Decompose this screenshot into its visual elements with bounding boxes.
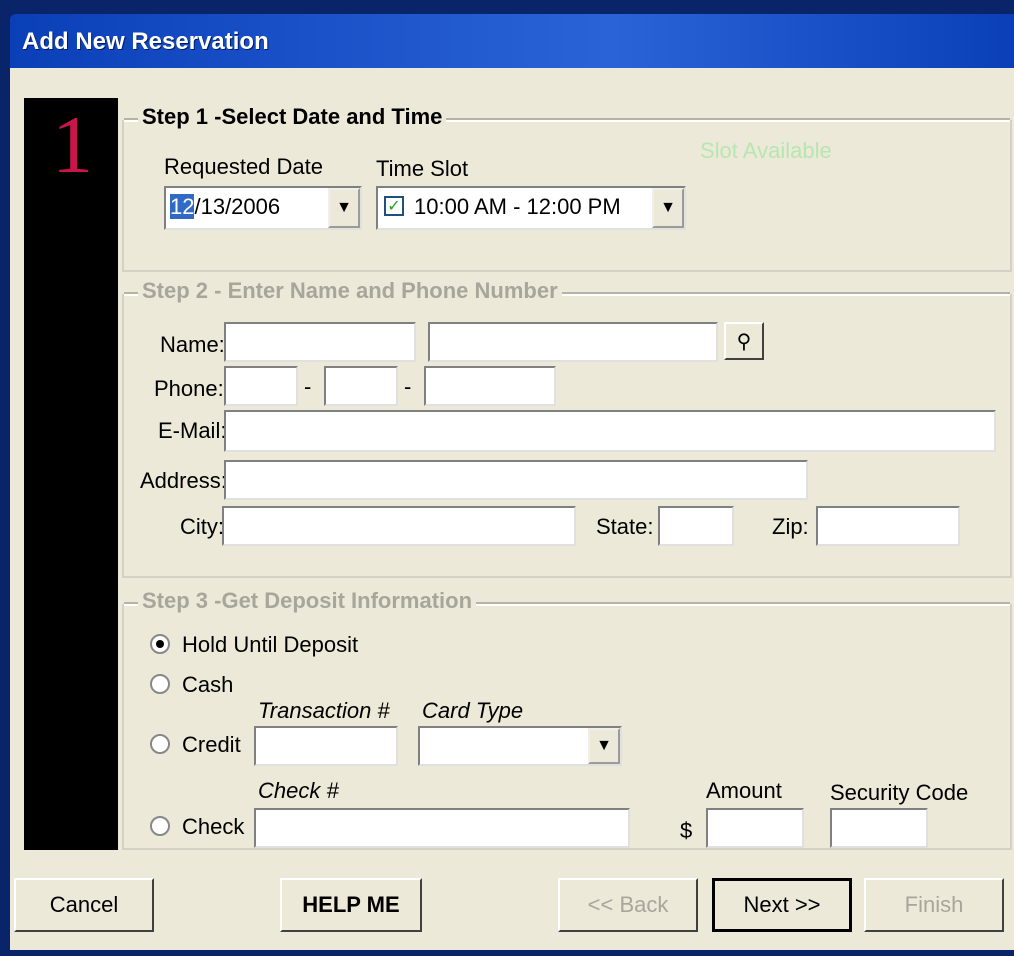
- binoculars-icon: ⚲: [736, 330, 752, 353]
- window-title: Add New Reservation: [22, 28, 269, 55]
- cash-label: Cash: [182, 672, 234, 697]
- security-code-label: Security Code: [830, 780, 969, 805]
- last-name-input[interactable]: [428, 322, 718, 362]
- requested-date-label: Requested Date: [164, 154, 323, 179]
- finish-button[interactable]: Finish: [864, 878, 1004, 932]
- slot-status-text: Slot Available: [700, 138, 832, 163]
- date-rest: /13/2006: [194, 194, 281, 219]
- search-name-button[interactable]: ⚲: [724, 322, 764, 360]
- time-slot-dropdown-button[interactable]: ▼: [652, 188, 684, 228]
- amount-label: Amount: [706, 778, 782, 803]
- state-input[interactable]: [658, 506, 734, 546]
- card-type-label: Card Type: [422, 698, 524, 723]
- step-indicator-panel: 1: [24, 98, 118, 850]
- phone-label: Phone:: [154, 376, 224, 401]
- step3-group: Step 3 -Get Deposit Information Hold Unt…: [122, 588, 1012, 850]
- check-label: Check: [182, 814, 245, 839]
- step3-legend: Step 3 -Get Deposit Information: [138, 588, 477, 614]
- credit-label: Credit: [182, 732, 241, 757]
- title-bar[interactable]: Add New Reservation: [10, 14, 1014, 68]
- security-code-input[interactable]: [830, 808, 928, 848]
- next-button[interactable]: Next >>: [712, 878, 852, 932]
- help-button[interactable]: HELP ME: [280, 878, 422, 932]
- check-number-input[interactable]: [254, 808, 630, 848]
- back-button[interactable]: << Back: [558, 878, 698, 932]
- check-radio[interactable]: [150, 816, 170, 836]
- address-input[interactable]: [224, 460, 808, 500]
- cancel-button[interactable]: Cancel: [14, 878, 154, 932]
- date-dropdown-button[interactable]: ▼: [328, 188, 360, 228]
- address-label: Address:: [140, 468, 227, 493]
- currency-symbol: $: [680, 818, 693, 843]
- chevron-down-icon: ▼: [596, 737, 612, 754]
- check-number-label: Check #: [258, 778, 339, 803]
- phone-separator-1: -: [304, 374, 312, 399]
- hold-until-deposit-label: Hold Until Deposit: [182, 632, 359, 657]
- step1-legend: Step 1 -Select Date and Time: [138, 104, 447, 130]
- date-month-selected: 12: [170, 194, 195, 219]
- transaction-number-label: Transaction #: [258, 698, 390, 723]
- step1-group: Step 1 -Select Date and Time Requested D…: [122, 104, 1012, 272]
- step2-group: Step 2 - Enter Name and Phone Number Nam…: [122, 278, 1012, 578]
- time-slot-value: 10:00 AM - 12:00 PM: [414, 194, 621, 219]
- card-type-dropdown-button[interactable]: ▼: [588, 728, 620, 764]
- time-slot-select[interactable]: 10:00 AM - 12:00 PM: [376, 186, 686, 230]
- phone-prefix-input[interactable]: [324, 366, 398, 406]
- dialog-body: 1 Step 1 -Select Date and Time Requested…: [10, 68, 1014, 950]
- phone-line-input[interactable]: [424, 366, 556, 406]
- phone-area-code-input[interactable]: [224, 366, 298, 406]
- hold-until-deposit-radio[interactable]: [150, 634, 170, 654]
- zip-label: Zip:: [772, 514, 809, 539]
- time-slot-checkbox[interactable]: ✓: [384, 196, 404, 216]
- chevron-down-icon: ▼: [336, 199, 352, 216]
- step2-legend: Step 2 - Enter Name and Phone Number: [138, 278, 562, 304]
- state-label: State:: [596, 514, 654, 539]
- email-label: E-Mail:: [158, 418, 227, 443]
- phone-separator-2: -: [404, 374, 412, 399]
- city-input[interactable]: [222, 506, 576, 546]
- first-name-input[interactable]: [224, 322, 416, 362]
- amount-input[interactable]: [706, 808, 804, 848]
- credit-radio[interactable]: [150, 734, 170, 754]
- city-label: City:: [180, 514, 224, 539]
- checkmark-icon: ✓: [387, 198, 401, 215]
- step-number: 1: [52, 99, 93, 190]
- time-slot-label: Time Slot: [376, 156, 469, 181]
- cash-radio[interactable]: [150, 674, 170, 694]
- email-input[interactable]: [224, 410, 996, 452]
- name-label: Name:: [160, 332, 225, 357]
- transaction-number-input[interactable]: [254, 726, 398, 766]
- chevron-down-icon: ▼: [660, 199, 676, 216]
- zip-input[interactable]: [816, 506, 960, 546]
- dialog-window: Add New Reservation 1 Step 1 -Select Dat…: [0, 0, 1014, 956]
